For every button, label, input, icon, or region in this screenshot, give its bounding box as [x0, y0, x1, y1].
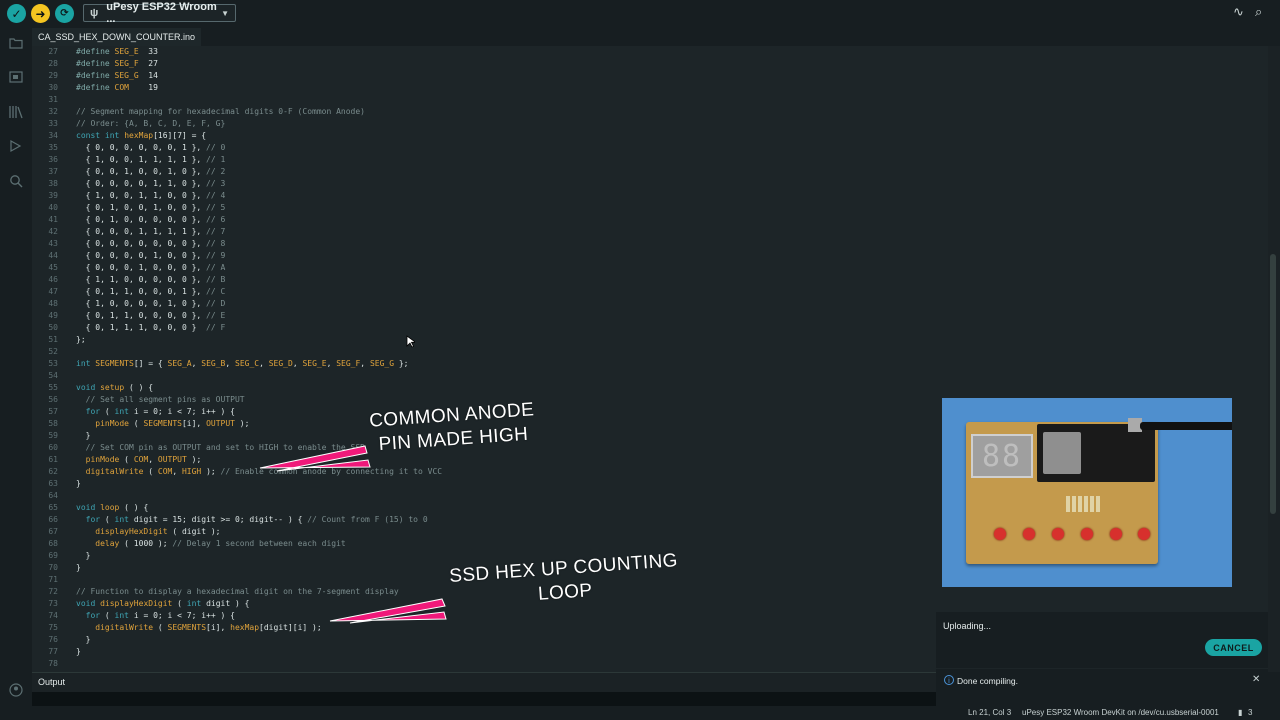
mouse-cursor-icon: [406, 333, 417, 352]
resistor: [1084, 496, 1088, 512]
output-panel-header[interactable]: Output: [32, 672, 936, 693]
annotation-arrow-anode: [259, 445, 371, 472]
led: [1081, 528, 1093, 540]
board-selector[interactable]: ψ uPesy ESP32 Wroom ... ▼: [83, 1, 236, 25]
scrollbar-thumb[interactable]: [1270, 254, 1276, 514]
sidebar: [0, 28, 33, 720]
serial-plotter-icon[interactable]: ∿: [1233, 5, 1244, 20]
serial-monitor-icon[interactable]: ⌕: [1255, 5, 1262, 20]
notifications-bell-icon[interactable]: ▮: [1238, 708, 1242, 717]
folder-icon[interactable]: [8, 35, 24, 51]
perfboard: 88: [966, 422, 1158, 564]
upload-notification: Uploading... CANCEL: [936, 612, 1268, 668]
esp32-module: [1043, 432, 1081, 474]
board-selector-label: uPesy ESP32 Wroom ...: [106, 1, 217, 25]
board-manager-icon[interactable]: [8, 69, 24, 85]
led: [1052, 528, 1064, 540]
upload-button[interactable]: ➜: [31, 4, 50, 23]
led: [1138, 528, 1150, 540]
usb-icon: ψ: [90, 7, 99, 19]
library-icon[interactable]: [8, 104, 24, 120]
account-icon[interactable]: [8, 682, 24, 698]
output-console[interactable]: [32, 692, 936, 706]
chevron-down-icon: ▼: [221, 8, 229, 18]
compile-notification: i Done compiling. ✕: [936, 669, 1268, 693]
led: [1023, 528, 1035, 540]
resistor: [1078, 496, 1082, 512]
annotation-arrow-loop: [329, 598, 447, 624]
tab-sketch-file[interactable]: CA_SSD_HEX_DOWN_COUNTER.ino: [32, 28, 202, 47]
esp32-board: [1037, 424, 1155, 482]
arrow-right-icon: ➜: [35, 6, 46, 21]
info-icon: i: [944, 675, 954, 685]
tab-bar: CA_SSD_HEX_DOWN_COUNTER.ino: [32, 28, 1280, 47]
cursor-position: Ln 21, Col 3: [968, 708, 1012, 717]
resistor: [1096, 496, 1100, 512]
done-compiling-text: Done compiling.: [957, 676, 1018, 686]
verify-button[interactable]: ✓: [7, 4, 26, 23]
cancel-button[interactable]: CANCEL: [1205, 639, 1262, 656]
editor-scrollbar[interactable]: [1268, 46, 1280, 672]
led: [994, 528, 1006, 540]
resistor: [1066, 496, 1070, 512]
debug-sidebar-icon[interactable]: [8, 138, 24, 154]
debug-button[interactable]: ⟳: [55, 4, 74, 23]
resistor: [1090, 496, 1094, 512]
notifications-count[interactable]: 3: [1248, 708, 1252, 717]
output-label: Output: [38, 677, 66, 687]
check-icon: ✓: [11, 6, 22, 21]
status-board: uPesy ESP32 Wroom DevKit on /dev/cu.usbs…: [1022, 708, 1219, 717]
close-icon[interactable]: ✕: [1252, 674, 1260, 685]
toolbar: ✓ ➜ ⟳ ψ uPesy ESP32 Wroom ... ▼ ∿ ⌕: [0, 0, 1280, 28]
led: [1110, 528, 1122, 540]
uploading-text: Uploading...: [943, 621, 992, 631]
debug-icon: ⟳: [60, 8, 69, 19]
seven-segment-display: 88: [971, 434, 1033, 478]
status-bar: Ln 21, Col 3 uPesy ESP32 Wroom DevKit on…: [0, 706, 1280, 720]
search-icon[interactable]: [8, 173, 24, 189]
usb-cable: [1140, 422, 1232, 430]
hardware-photo: 88: [942, 398, 1232, 587]
resistor: [1072, 496, 1076, 512]
